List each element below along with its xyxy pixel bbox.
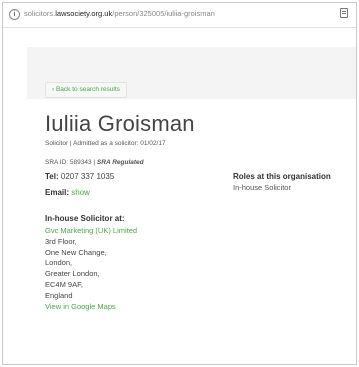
sra-line: SRA ID: 589343 | SRA Regulated — [45, 159, 144, 166]
back-to-search-button[interactable]: ‹ Back to search results — [45, 82, 127, 98]
address-line: London, — [45, 258, 73, 268]
url-path: /person/325005/iuliia-groisman — [112, 9, 215, 18]
show-email-link[interactable]: show — [71, 188, 90, 197]
tel-value: 0207 337 1035 — [58, 172, 115, 181]
email-label: Email: — [45, 188, 70, 197]
roles-heading: Roles at this organisation — [233, 172, 331, 181]
browser-window: i solicitors.lawsociety.org.uk/person/32… — [2, 2, 357, 365]
address-bar[interactable]: i solicitors.lawsociety.org.uk/person/32… — [3, 3, 356, 28]
organisation-link[interactable]: Gvc Marketing (UK) Limited — [45, 226, 137, 237]
address-line: EC4M 9AF, — [45, 279, 83, 289]
bookmark-icon[interactable] — [340, 8, 348, 18]
role-admission-line: Solicitor | Admitted as a solicitor: 01/… — [45, 140, 166, 147]
person-name: Iuliia Groisman — [45, 111, 195, 136]
roles-value: In-house Solicitor — [233, 183, 291, 192]
tel-label: Tel: — [45, 172, 59, 181]
sra-regulated: SRA Regulated — [96, 159, 144, 166]
address-line: Greater London, — [45, 269, 100, 279]
address-line: England — [45, 290, 73, 300]
address-line: 3rd Floor, — [45, 236, 77, 246]
email: Email: show — [45, 188, 90, 197]
url-prefix: solicitors. — [24, 9, 56, 18]
google-maps-link[interactable]: View in Google Maps — [45, 302, 137, 313]
url-text[interactable]: solicitors.lawsociety.org.uk/person/3250… — [24, 9, 215, 18]
address-line: One New Change, — [45, 247, 107, 257]
telephone: Tel: 0207 337 1035 — [45, 172, 114, 181]
organisation-address: Gvc Marketing (UK) Limited 3rd Floor, On… — [45, 226, 137, 312]
url-domain: lawsociety.org.uk — [55, 9, 113, 18]
inhouse-heading: In-house Solicitor at: — [45, 214, 125, 223]
sra-id: SRA ID: 589343 | — [45, 159, 97, 166]
info-icon[interactable]: i — [9, 9, 20, 20]
